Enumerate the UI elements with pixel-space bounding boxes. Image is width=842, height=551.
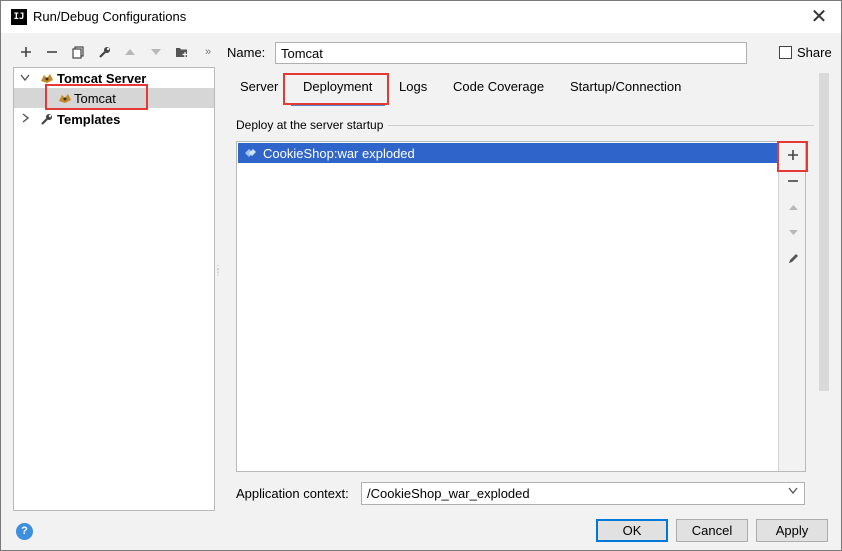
scrollbar[interactable] <box>819 73 829 391</box>
edit-icon[interactable] <box>784 249 802 267</box>
config-toolbar: » <box>13 41 221 63</box>
config-tabs: Server Deployment Logs Code Coverage Sta… <box>229 71 809 105</box>
ok-button[interactable]: OK <box>596 519 668 542</box>
title-bar: IJ Run/Debug Configurations ✕ <box>1 1 841 33</box>
intellij-icon: IJ <box>11 9 27 25</box>
artifact-label: CookieShop:war exploded <box>263 145 415 161</box>
copy-icon[interactable] <box>65 41 91 63</box>
window-title: Run/Debug Configurations <box>33 9 187 24</box>
config-tree: Tomcat Server Tomcat Templates <box>13 67 215 511</box>
group-title: Deploy at the server startup <box>236 118 384 132</box>
more-icon[interactable]: » <box>195 41 221 63</box>
tree-item-templates[interactable]: Templates <box>14 109 214 129</box>
checkbox[interactable] <box>779 46 792 59</box>
tree-label: Tomcat Server <box>57 70 147 86</box>
chevron-down-icon[interactable] <box>18 73 32 84</box>
tab-code-coverage[interactable]: Code Coverage <box>453 79 544 94</box>
folder-add-icon[interactable] <box>169 41 195 63</box>
chevron-down-icon[interactable] <box>788 486 798 497</box>
tab-deployment[interactable]: Deployment <box>303 79 372 94</box>
add-artifact-button[interactable] <box>784 146 802 164</box>
artifact-list[interactable]: CookieShop:war exploded <box>236 141 806 472</box>
help-icon[interactable]: ? <box>16 523 33 540</box>
tomcat-icon <box>58 92 72 104</box>
arrow-up-icon[interactable] <box>784 198 802 216</box>
wrench-icon <box>40 113 54 126</box>
wrench-icon[interactable] <box>91 41 117 63</box>
tab-server[interactable]: Server <box>240 79 278 94</box>
arrow-down-icon[interactable] <box>143 41 169 63</box>
artifact-icon <box>243 146 257 160</box>
list-item[interactable]: CookieShop:war exploded <box>238 143 779 163</box>
plus-icon[interactable] <box>13 41 39 63</box>
tree-label: Tomcat <box>74 90 116 106</box>
group-divider <box>388 125 814 126</box>
share-label: Share <box>797 45 832 60</box>
run-debug-dialog: IJ Run/Debug Configurations ✕ » Tomcat S… <box>0 0 842 551</box>
cancel-button[interactable]: Cancel <box>676 519 748 542</box>
minus-icon[interactable] <box>39 41 65 63</box>
tomcat-icon <box>40 72 54 84</box>
chevron-right-icon[interactable] <box>18 112 32 126</box>
name-label: Name: <box>227 45 266 60</box>
splitter-handle[interactable]: ⋮ ⋮ <box>214 265 222 287</box>
list-toolbar <box>778 142 805 471</box>
tree-item-tomcat-server[interactable]: Tomcat Server <box>14 68 214 88</box>
tab-logs[interactable]: Logs <box>399 79 427 94</box>
share-checkbox[interactable]: Share <box>779 45 832 60</box>
tree-label: Templates <box>57 111 121 127</box>
context-value: /CookieShop_war_exploded <box>367 486 530 501</box>
remove-artifact-button[interactable] <box>784 172 802 190</box>
tab-startup-connection[interactable]: Startup/Connection <box>570 79 681 94</box>
apply-button[interactable]: Apply <box>756 519 828 542</box>
application-context-select[interactable]: /CookieShop_war_exploded <box>361 482 805 505</box>
application-context-label: Application context: <box>236 486 349 501</box>
arrow-up-icon[interactable] <box>117 41 143 63</box>
tree-item-tomcat[interactable]: Tomcat <box>14 88 214 108</box>
name-input[interactable] <box>275 42 747 64</box>
arrow-down-icon[interactable] <box>784 223 802 241</box>
close-icon[interactable]: ✕ <box>807 5 831 29</box>
